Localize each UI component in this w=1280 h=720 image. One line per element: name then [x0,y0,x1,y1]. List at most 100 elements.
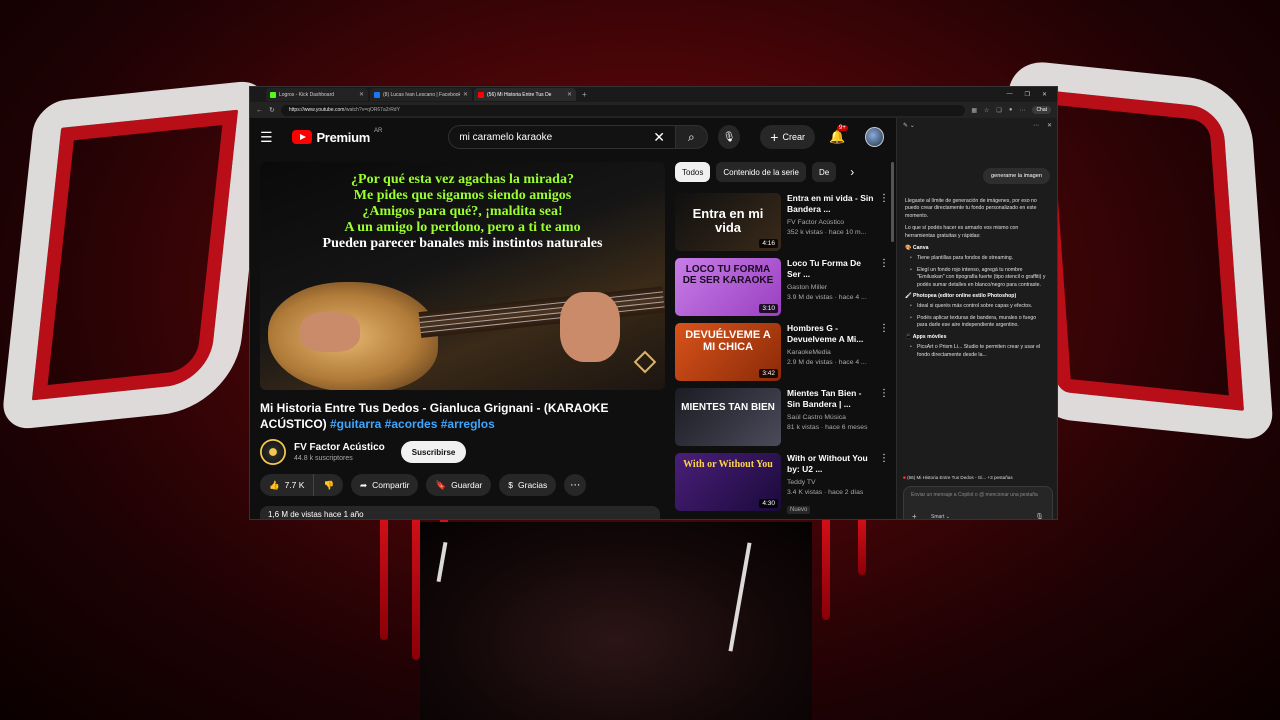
logo-text: Premium [316,129,370,145]
like-button[interactable]: 👍 7.7 K [260,474,315,496]
channel-avatar[interactable] [260,439,286,465]
rec-title[interactable]: Hombres G - Devuelveme A Mi... [787,323,877,345]
copilot-message-input[interactable]: Enviar un mensaje a Copilot o @ menciona… [903,486,1053,520]
description-box[interactable]: 1,6 M de vistas hace 1 año [260,506,660,519]
list-item[interactable]: With or Without You 4:30 With or Without… [675,453,889,518]
profile-icon[interactable]: ● [1009,107,1013,113]
create-button[interactable]: + Crear [760,125,815,149]
blood-drip [380,520,388,640]
rec-title[interactable]: Mientes Tan Bien - Sin Bandera | ... [787,388,877,410]
more-vert-icon[interactable]: ⋮ [879,323,889,334]
video-hashtags[interactable]: #guitarra #acordes #arreglos [330,417,495,431]
new-tab-button[interactable]: + [582,90,587,99]
microphone-icon[interactable]: 🎙 [1035,513,1044,519]
subscriber-count: 44.8 k suscriptores [294,455,353,462]
minimize-icon[interactable]: — [1007,91,1013,98]
section-list: PicsArt o Prism Li... Studio te permiten… [905,344,1047,359]
menu-icon[interactable]: ☰ [260,129,282,146]
back-icon[interactable]: ← [256,107,263,114]
close-tab-icon[interactable]: ✕ [567,91,572,98]
bell-icon: 🔔 [828,129,846,144]
tab-title: (8) Lucas Ivan Lescano | Facebook [383,91,460,98]
channel-info: FV Factor Acústico 44.8 k suscriptores [294,442,385,462]
more-icon[interactable]: ⋯ [1033,122,1039,129]
chip-all[interactable]: Todos [675,162,711,182]
save-button[interactable]: 🔖 Guardar [426,474,492,496]
video-frame-hand [300,312,360,352]
chevron-right-icon[interactable]: › [850,165,854,179]
more-actions-button[interactable]: ⋯ [564,474,587,496]
list-item[interactable]: MIENTES TAN BIEN Mientes Tan Bien - Sin … [675,388,889,453]
clear-search-icon[interactable]: ✕ [653,129,665,146]
video-thumbnail[interactable]: With or Without You 4:30 [675,453,781,511]
rec-title[interactable]: Loco Tu Forma De Ser ... [787,258,877,280]
plus-icon: + [770,129,779,145]
chip-from[interactable]: De [811,162,837,182]
avatar[interactable] [865,127,884,147]
browser-tab-facebook[interactable]: (8) Lucas Ivan Lescano | Facebook ✕ [370,88,472,101]
more-vert-icon[interactable]: ⋮ [879,258,889,269]
search-button[interactable]: ⌕ [675,125,708,149]
share-button[interactable]: ➦ Compartir [351,474,419,496]
extensions-icon[interactable]: ▦ [971,107,977,114]
share-label: Compartir [372,480,410,490]
tab-context-chip[interactable]: ■ (56) Mi Historia Entre Tus Dedos - Gi.… [903,475,1053,480]
list-item[interactable]: Entra en mi vida 4:16 Entra en mi vida -… [675,193,889,258]
save-label: Guardar [451,480,483,490]
browser-tab-kick[interactable]: Logros - Kick Dashboard ✕ [266,88,368,101]
rec-title[interactable]: Entra en mi vida - Sin Bandera ... [787,193,877,215]
video-title: Mi Historia Entre Tus Dedos - Gianluca G… [260,400,660,432]
url-host: https://www.youtube.com [288,107,345,113]
more-menu-icon[interactable]: ⋯ [1019,107,1025,114]
lyric-line: A un amigo lo perdono, pero a ti te amo [344,220,581,235]
attach-plus-icon[interactable]: + [912,512,917,519]
video-thumbnail[interactable]: Entra en mi vida 4:16 [675,193,781,251]
more-vert-icon[interactable]: ⋮ [879,193,889,204]
blood-drip [822,520,830,620]
video-thumbnail[interactable]: MIENTES TAN BIEN [675,388,781,446]
favorite-star-icon[interactable]: ☆ [984,107,989,114]
video-thumbnail[interactable]: DEVUÉLVEME A MI CHICA 3:42 [675,323,781,381]
list-item[interactable]: DEVUÉLVEME A MI CHICA 3:42 Hombres G - D… [675,323,889,388]
rec-info: Mientes Tan Bien - Sin Bandera | ... Saú… [787,388,889,453]
voice-search-button[interactable]: 🎙 [717,125,741,149]
collections-icon[interactable]: ❏ [996,107,1001,114]
more-vert-icon[interactable]: ⋮ [879,453,889,464]
refresh-icon[interactable]: ↻ [269,106,275,114]
browser-tab-youtube[interactable]: (56) Mi Historia Entre Tus De ✕ [474,88,576,101]
rec-info: Hombres G - Devuelveme A Mi... KaraokeMe… [787,323,889,388]
more-vert-icon[interactable]: ⋮ [879,388,889,399]
mode-label: Smart [931,514,945,520]
page-scrollbar[interactable] [891,162,894,242]
thanks-button[interactable]: $ Gracias [499,474,557,496]
search-input[interactable]: mi caramelo karaoke ✕ [448,125,676,149]
more-icon: ⋯ [570,479,581,491]
channel-name[interactable]: FV Factor Acústico [294,442,385,453]
section-heading: 📱 Apps móviles [905,333,947,340]
url-field[interactable]: https://www.youtube.com/watch?v=qOR67a2r… [280,104,966,116]
close-panel-icon[interactable]: ✕ [1047,122,1052,129]
new-badge: Nuevo [787,506,811,514]
close-tab-icon[interactable]: ✕ [359,91,364,98]
list-item[interactable]: LOCO TU FORMA DE SER KARAOKE 3:10 Loco T… [675,258,889,323]
chip-series[interactable]: Contenido de la serie [716,162,806,182]
close-window-icon[interactable]: ✕ [1042,91,1047,98]
new-chat-icon[interactable]: ✎ ⌄ [903,122,915,129]
close-tab-icon[interactable]: ✕ [463,91,468,98]
mode-selector[interactable]: Smart ⌄ [931,514,950,520]
copilot-chat-button[interactable]: Chat [1032,106,1051,114]
video-player[interactable]: ¿Por qué esta vez agachas la mirada? Me … [260,162,665,390]
video-thumbnail[interactable]: LOCO TU FORMA DE SER KARAOKE 3:10 [675,258,781,316]
lyric-line: ¿Por qué esta vez agachas la mirada? [351,172,574,187]
video-frame-guitar-neck [418,286,665,338]
lyric-line: Me pides que sigamos siendo amigos [353,188,572,203]
youtube-logo[interactable]: Premium AR [292,128,382,145]
thumbnail-text: DEVUÉLVEME A MI CHICA [685,329,771,353]
rec-title[interactable]: With or Without You by: U2 ... [787,453,877,475]
dislike-button[interactable]: 👎 [314,474,344,496]
maximize-icon[interactable]: ❐ [1025,91,1030,98]
subscribe-button[interactable]: Suscribirse [400,441,467,463]
notifications-button[interactable]: 🔔 9+ [828,125,848,145]
list-item: Tiene plantillas para fondos de streamin… [910,255,1047,263]
karaoke-lyrics: ¿Por qué esta vez agachas la mirada? Me … [260,172,665,252]
